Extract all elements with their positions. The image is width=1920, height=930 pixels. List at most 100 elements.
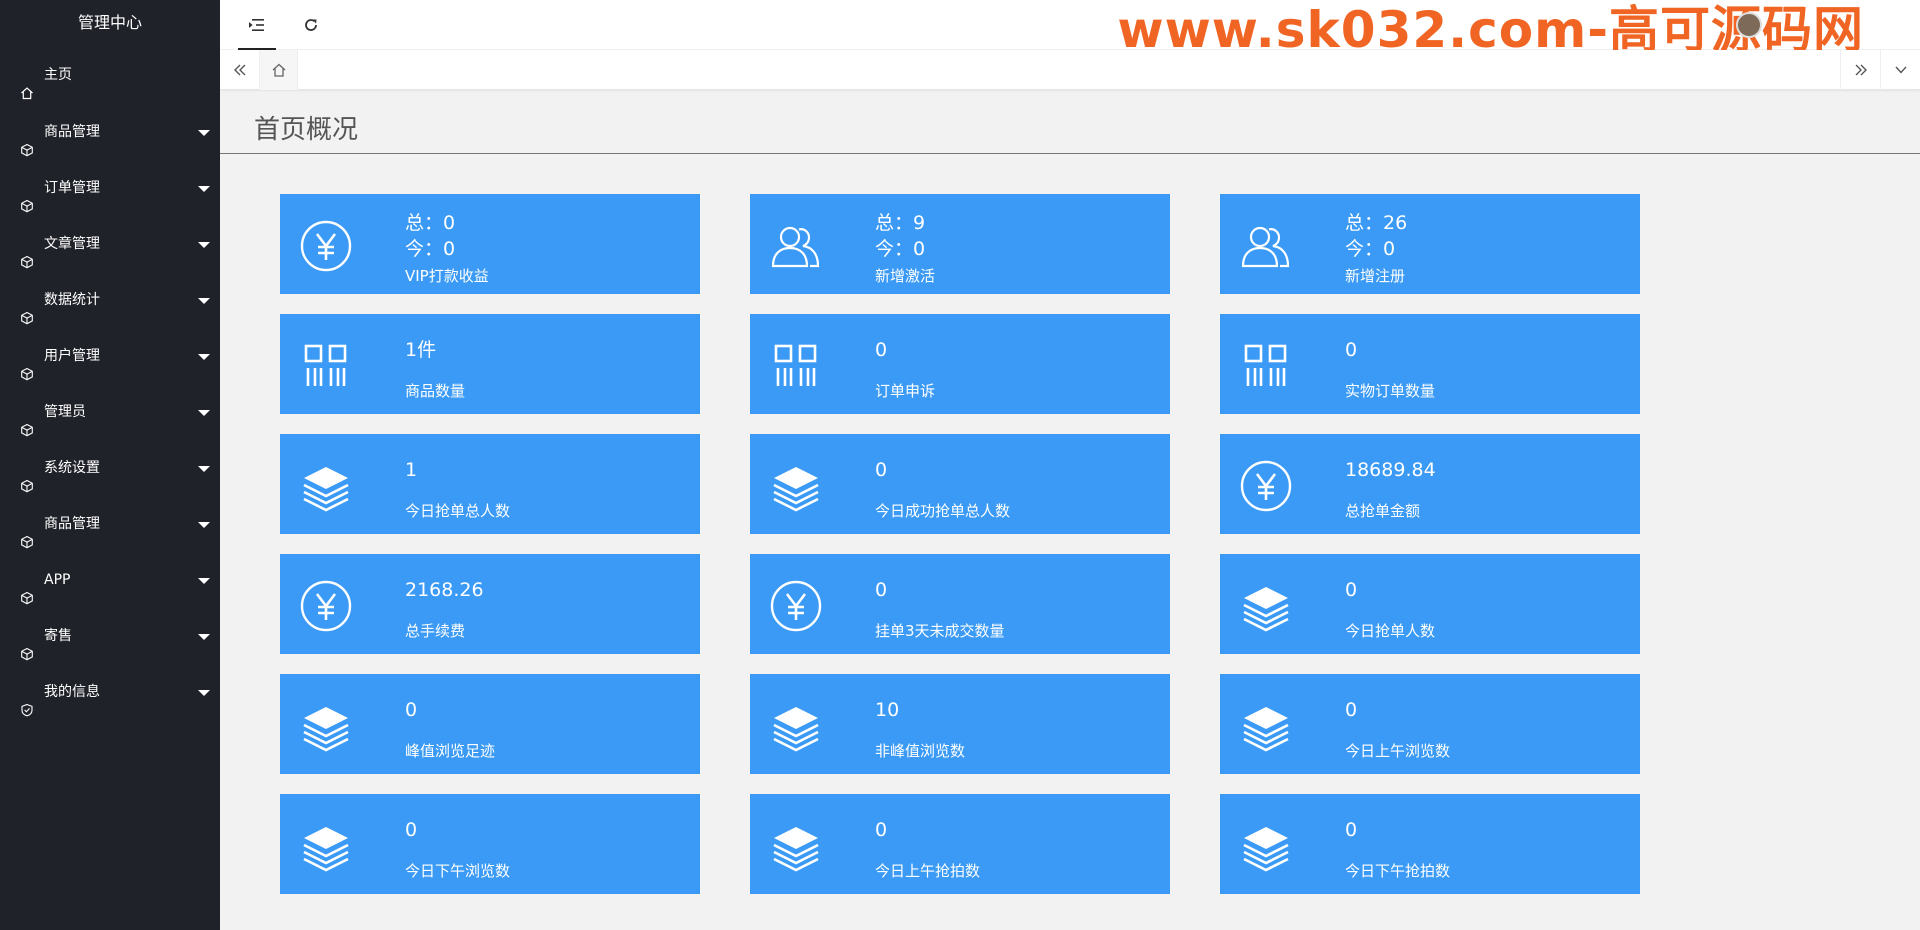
sidebar-item[interactable]: 文章管理 [0,216,220,272]
stat-label: 今日抢单总人数 [405,502,511,520]
tabs-scroll-right-button[interactable] [1840,50,1880,90]
stat-card[interactable]: 1件 商品数量 [280,314,700,414]
stat-value: 0 [1345,579,1358,601]
cube-icon [20,629,34,661]
stat-card[interactable]: 2168.26 总手续费 [280,554,700,654]
stat-today: 今：0 [875,238,926,260]
caret-down-icon [198,354,210,360]
sidebar-item-label: 数据统计 [44,292,100,308]
stat-card[interactable]: 0 今日下午抢拍数 [1220,794,1640,894]
tabs-menu-dropdown-button[interactable] [1880,50,1920,90]
sidebar-logo-title[interactable]: 管理中心 [0,0,220,46]
toggle-sidebar-button[interactable] [232,0,282,50]
avatar[interactable] [1736,12,1762,38]
sidebar-item[interactable]: 管理员 [0,384,220,440]
refresh-button[interactable] [286,0,336,50]
stat-value: 2168.26 [405,579,484,601]
yen-icon [300,580,352,632]
cube-icon [20,461,34,493]
cube-icon [20,125,34,157]
caret-down-icon [198,522,210,528]
stat-card[interactable]: 0 峰值浏览足迹 [280,674,700,774]
refresh-icon [305,19,317,31]
stat-value: 0 [1345,699,1358,721]
stat-value: 0 [875,339,888,361]
caret-down-icon [198,466,210,472]
sidebar-item[interactable]: 商品管理 [0,104,220,160]
caret-down-icon [198,298,210,304]
stats-grid: 总：0 今：0 VIP打款收益 总：9 今：0 新增激活 总：26 今：0 新增注册 1件 商品数量… [280,194,1701,894]
cube-icon [20,349,34,381]
sidebar-item[interactable]: 主页 [0,46,220,104]
sidebar-item[interactable]: 系统设置 [0,440,220,496]
home-icon [20,68,34,100]
sidebar-menu: 主页 商品管理 订单管理 文章管理 数据统计 用户管理 管理员 系统设置 商品管理 APP 寄售 我的… [0,46,220,720]
yen-icon [300,220,352,272]
tabs-bar [220,50,1920,90]
users-icon [770,220,822,272]
tab-home[interactable] [260,50,298,90]
stat-label: 实物订单数量 [1345,382,1436,400]
stat-card[interactable]: 总：0 今：0 VIP打款收益 [280,194,700,294]
caret-down-icon [198,634,210,640]
stat-value: 0 [405,819,418,841]
sidebar-item[interactable]: 商品管理 [0,496,220,552]
stat-card[interactable]: 0 挂单3天未成交数量 [750,554,1170,654]
sidebar-item-label: 商品管理 [44,124,100,140]
sidebar-item[interactable]: APP [0,552,220,608]
sidebar-item[interactable]: 订单管理 [0,160,220,216]
stat-card[interactable]: 0 今日上午浏览数 [1220,674,1640,774]
stat-label: 总手续费 [405,622,466,640]
cube-icon [20,517,34,549]
stat-value: 10 [875,699,900,721]
stat-card[interactable]: 0 今日上午抢拍数 [750,794,1170,894]
stat-total: 总：0 [405,212,456,234]
barcode-icon [1240,340,1292,392]
stat-card[interactable]: 0 今日成功抢单总人数 [750,434,1170,534]
stat-value: 1 [405,459,418,481]
stat-card[interactable]: 18689.84 总抢单金额 [1220,434,1640,534]
stat-label: 非峰值浏览数 [875,742,966,760]
stat-card[interactable]: 0 今日下午浏览数 [280,794,700,894]
stat-card[interactable]: 总：9 今：0 新增激活 [750,194,1170,294]
double-chevron-right-icon [1855,64,1867,76]
stat-label: 今日上午浏览数 [1345,742,1451,760]
cube-icon [20,293,34,325]
caret-down-icon [198,690,210,696]
cube-icon [20,573,34,605]
sidebar-item-label: 用户管理 [44,348,100,364]
home-icon [272,63,285,77]
sidebar-item[interactable]: 用户管理 [0,328,220,384]
stat-label: 挂单3天未成交数量 [875,622,1005,640]
sidebar-item[interactable]: 寄售 [0,608,220,664]
stat-card[interactable]: 0 今日抢单人数 [1220,554,1640,654]
layers-icon [300,820,352,872]
stat-card[interactable]: 10 非峰值浏览数 [750,674,1170,774]
stat-label: 新增激活 [875,267,936,285]
stat-label: 今日下午浏览数 [405,862,511,880]
stat-card[interactable]: 总：26 今：0 新增注册 [1220,194,1640,294]
top-header: www.sk032.com-高可源码网 admin [220,0,1920,59]
sidebar-item-label: 我的信息 [44,684,100,700]
title-divider [220,153,1920,154]
sidebar-item[interactable]: 我的信息 [0,664,220,720]
layers-icon [770,460,822,512]
stat-card[interactable]: 0 实物订单数量 [1220,314,1640,414]
stat-label: 商品数量 [405,382,466,400]
yen-icon [1240,460,1292,512]
cube-icon [20,405,34,437]
sidebar-item[interactable]: 数据统计 [0,272,220,328]
barcode-icon [300,340,352,392]
cube-icon [20,237,34,269]
stat-label: 今日成功抢单总人数 [875,502,1011,520]
stat-card[interactable]: 1 今日抢单总人数 [280,434,700,534]
page-title: 首页概况 [254,115,359,145]
tabs-scroll-left-button[interactable] [220,50,260,90]
stat-label: 新增注册 [1345,267,1406,285]
stat-total: 总：26 [1345,212,1408,234]
indent-icon [249,19,264,31]
sidebar: 管理中心 主页 商品管理 订单管理 文章管理 数据统计 用户管理 管理员 系统设置 商品管理 AP… [0,0,220,930]
stat-card[interactable]: 0 订单申诉 [750,314,1170,414]
sidebar-item-label: 文章管理 [44,236,100,252]
stat-value: 0 [875,459,888,481]
